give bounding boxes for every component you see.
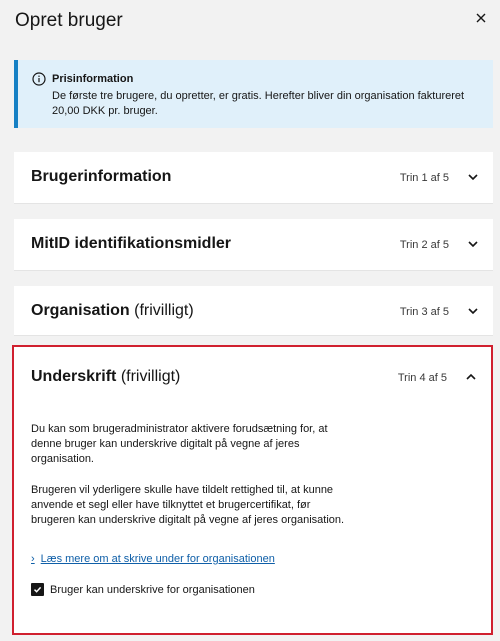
step-card-mitid[interactable]: MitID identifikationsmidler Trin 2 af 5	[14, 219, 493, 271]
step-card-organisation[interactable]: Organisation (frivilligt) Trin 3 af 5	[14, 286, 493, 336]
signing-permission-label: Bruger kan underskrive for organisatione…	[50, 583, 255, 596]
signing-permission-checkbox[interactable]	[31, 583, 44, 596]
underskrift-paragraph-2: Brugeren vil yderligere skulle have tild…	[31, 484, 345, 526]
info-icon	[32, 72, 46, 86]
chevron-down-icon[interactable]	[465, 236, 481, 252]
step-counter: Trin 4 af 5	[397, 372, 447, 384]
notice-heading: Prisinformation	[52, 73, 134, 85]
step-card-brugerinformation[interactable]: Brugerinformation Trin 1 af 5	[14, 152, 493, 204]
price-notice: Prisinformation De første tre brugere, d…	[14, 60, 493, 128]
check-icon	[33, 586, 42, 593]
dialog-header: Opret bruger	[0, 0, 500, 48]
step-counter: Trin 2 af 5	[399, 239, 449, 251]
step-counter: Trin 1 af 5	[399, 172, 449, 184]
chevron-down-icon[interactable]	[465, 169, 481, 185]
chevron-up-icon[interactable]	[463, 369, 479, 385]
read-more-label: Læs mere om at skrive under for organisa…	[40, 553, 275, 565]
optional-label: (frivilligt)	[134, 302, 194, 319]
step-title: Underskrift (frivilligt)	[31, 368, 181, 385]
signing-permission-row[interactable]: Bruger kan underskrive for organisatione…	[31, 583, 255, 596]
close-icon[interactable]	[469, 6, 493, 30]
step-title: MitID identifikationsmidler	[31, 235, 232, 252]
notice-body: De første tre brugere, du opretter, er g…	[52, 90, 465, 117]
step-card-underskrift[interactable]: Underskrift (frivilligt) Trin 4 af 5 Du …	[12, 345, 493, 635]
step-counter: Trin 3 af 5	[399, 306, 449, 318]
chevron-right-icon: ›	[31, 553, 35, 565]
step-title: Organisation (frivilligt)	[31, 302, 194, 319]
dialog-title: Opret bruger	[15, 10, 123, 31]
chevron-down-icon[interactable]	[465, 303, 481, 319]
step-title: Brugerinformation	[31, 168, 172, 185]
read-more-link[interactable]: › Læs mere om at skrive under for organi…	[31, 553, 275, 565]
optional-label: (frivilligt)	[120, 368, 181, 385]
underskrift-paragraph-1: Du kan som brugeradministrator aktivere …	[31, 423, 328, 465]
